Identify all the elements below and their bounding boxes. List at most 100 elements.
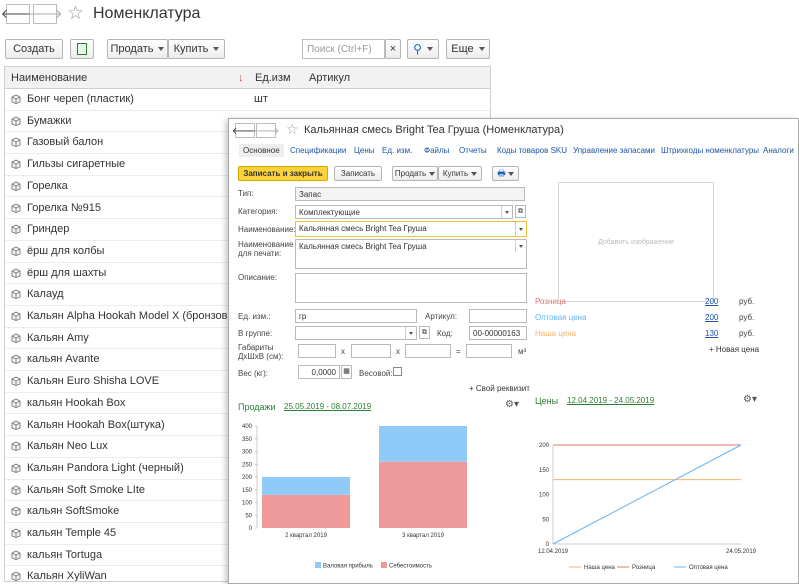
product-icon [11, 398, 21, 408]
image-placeholder[interactable]: Добавить изображение [558, 182, 714, 302]
column-header-name[interactable]: Наименование [11, 72, 87, 84]
dims-x2: x [396, 347, 400, 356]
tab-main[interactable]: Основное [239, 144, 284, 157]
dropdown-arrow-icon[interactable] [501, 206, 512, 218]
favorite-star-icon[interactable]: ☆ [67, 2, 84, 25]
unit-field[interactable]: гр [295, 309, 417, 323]
description-field[interactable] [295, 273, 527, 303]
chevron-down-icon [213, 47, 220, 51]
row-name: Газовый балон [27, 136, 104, 149]
tab-units[interactable]: Ед. изм. [382, 146, 412, 155]
calculator-icon[interactable]: ▦ [341, 365, 352, 379]
row-name: ёрш для колбы [27, 244, 105, 257]
prices-period-link[interactable]: 12.04.2019 - 24.05.2019 [567, 396, 654, 405]
row-name: Кальян Euro Shisha LOVE [27, 375, 160, 388]
buy-button[interactable]: Купить [168, 39, 225, 59]
search-button[interactable]: ⚲ [407, 39, 439, 59]
x-tick-label: 24.05.2019 [726, 549, 757, 555]
row-name: Кальян Amy [27, 331, 89, 344]
y-tick-label: 250 [242, 462, 253, 468]
print-name-label: Наименование для печати: [238, 240, 294, 258]
print-button[interactable]: 🖶 [492, 166, 519, 181]
new-price-link[interactable]: + Новая цена [709, 345, 759, 354]
code-label: Код: [437, 329, 453, 338]
price-currency-wholesale: руб. [739, 313, 755, 322]
tab-sku-codes[interactable]: Коды товаров SKU [497, 146, 567, 155]
sales-period-link[interactable]: 25.05.2019 - 08.07.2019 [284, 402, 371, 411]
form-sell-button[interactable]: Продать [392, 166, 438, 181]
product-icon [11, 485, 21, 495]
search-input[interactable]: Поиск (Ctrl+F) [302, 39, 385, 59]
product-icon [11, 528, 21, 538]
table-row[interactable]: Бонг череп (пластик) шт [5, 89, 490, 111]
row-name: Кальян Neo Lux [27, 440, 108, 453]
x-tick-label: 3 квартал 2019 [402, 533, 444, 539]
product-icon [11, 181, 21, 191]
open-group-button[interactable]: ⧉ [419, 326, 430, 339]
sell-button[interactable]: Продать [107, 39, 168, 59]
column-header-unit[interactable]: Ед.изм [255, 72, 291, 84]
add-custom-attribute-link[interactable]: + Свой реквизит [469, 384, 530, 393]
weight-field[interactable]: 0,0000 [298, 365, 340, 379]
name-field[interactable]: Кальянная смесь Bright Tea Груша [295, 221, 527, 237]
width-field[interactable] [351, 344, 391, 358]
dropdown-arrow-icon[interactable] [405, 327, 416, 339]
product-icon [11, 550, 21, 560]
tab-files[interactable]: Файлы [424, 146, 449, 155]
print-name-field[interactable]: Кальянная смесь Bright Tea Груша [295, 239, 527, 269]
article-field[interactable] [469, 309, 527, 323]
product-icon [11, 224, 21, 235]
row-name: кальян Hookah Box [27, 396, 126, 409]
product-icon [11, 137, 21, 148]
row-unit: шт [254, 93, 268, 105]
group-field[interactable] [295, 326, 417, 340]
y-tick-label: 0 [546, 542, 550, 548]
product-icon [11, 571, 21, 581]
tab-analogs[interactable]: Аналоги [763, 146, 794, 155]
create-button[interactable]: Создать [5, 39, 63, 59]
product-form-window[interactable]: 🡐 🡒 ☆ Кальянная смесь Bright Tea Груша (… [228, 118, 799, 584]
tab-specifications[interactable]: Спецификации [290, 146, 346, 155]
prices-settings-gear-icon[interactable]: ⚙▾ [743, 394, 757, 405]
tab-reports[interactable]: Отчеты [459, 146, 487, 155]
code-field[interactable]: 00-00000163 [469, 326, 527, 340]
product-icon [11, 289, 21, 300]
bar-segment [262, 477, 350, 495]
price-value-wholesale[interactable]: 200 [705, 313, 718, 322]
clear-search-button[interactable]: × [385, 39, 401, 59]
price-value-retail[interactable]: 200 [705, 297, 718, 306]
open-category-button[interactable]: ⧉ [515, 205, 526, 218]
copy-excel-button[interactable] [70, 39, 94, 59]
tab-inventory[interactable]: Управление запасами [573, 146, 655, 155]
table-header: Наименование ↓ Ед.изм Артикул [5, 67, 490, 89]
height-field[interactable] [405, 344, 451, 358]
row-name: кальян Avante [27, 353, 100, 366]
legend-label: Валовая прибыль [323, 564, 373, 570]
type-field[interactable]: Запас [295, 187, 525, 201]
back-button[interactable]: 🡐 [1, 4, 35, 24]
weighted-checkbox[interactable] [393, 367, 402, 376]
form-buy-button[interactable]: Купить [438, 166, 482, 181]
more-button[interactable]: Еще [446, 39, 490, 59]
row-name: Бумажки [27, 114, 72, 127]
prices-chart: 0 50 100 150 200 12.04.2019 24.05.2019 Наша цен… [538, 443, 757, 571]
price-value-ours[interactable]: 130 [705, 329, 718, 338]
dropdown-arrow-icon[interactable] [515, 222, 526, 236]
category-field[interactable]: Комплектующие [295, 205, 513, 219]
column-header-article[interactable]: Артикул [309, 72, 350, 84]
form-favorite-star-icon[interactable]: ☆ [286, 121, 299, 138]
forward-button[interactable]: 🡒 [28, 4, 62, 24]
save-button[interactable]: Записать [334, 166, 382, 181]
y-tick-label: 150 [242, 488, 253, 494]
tab-barcodes[interactable]: Штрихкоды номенклатуры [661, 146, 759, 155]
dropdown-arrow-icon[interactable] [515, 240, 526, 252]
form-forward-button[interactable]: 🡒 [253, 123, 279, 138]
tab-prices[interactable]: Цены [354, 146, 375, 155]
volume-field[interactable] [466, 344, 512, 358]
legend-label: Оптовая цена [689, 565, 728, 571]
length-field[interactable] [298, 344, 336, 358]
row-name: Горелка №915 [27, 201, 102, 214]
sales-settings-gear-icon[interactable]: ⚙▾ [505, 399, 519, 410]
volume-unit: м³ [518, 347, 527, 356]
save-and-close-button[interactable]: Записать и закрыть [238, 166, 328, 181]
